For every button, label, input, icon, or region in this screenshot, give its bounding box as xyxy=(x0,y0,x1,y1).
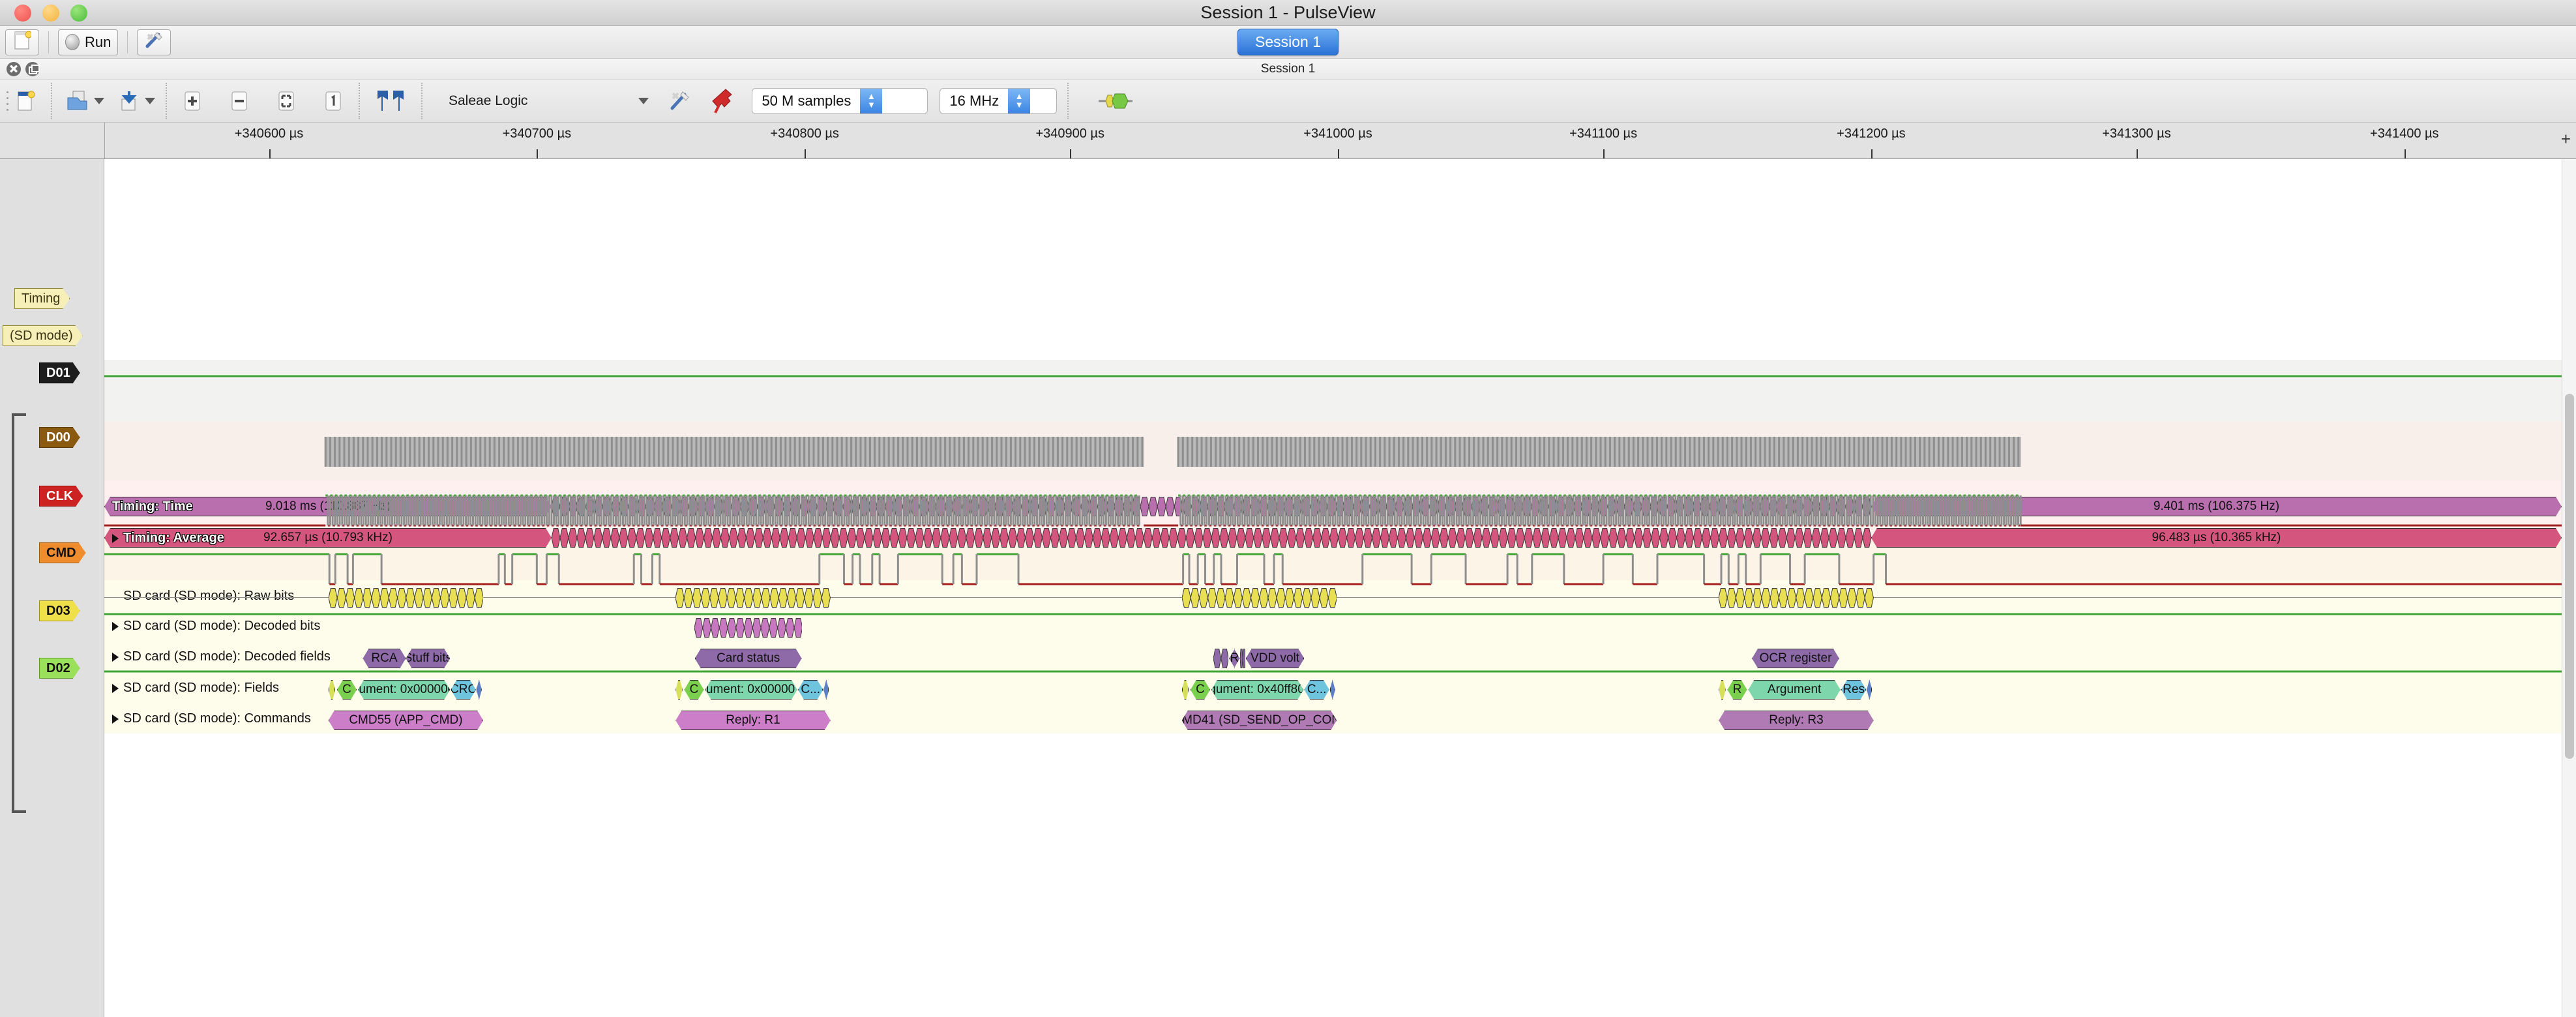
main-toolbar: Saleae Logic 50 M samples ▲ ▼ 16 MHz ▲ ▼ xyxy=(0,80,2576,123)
ruler-tick-label: +340900 µs xyxy=(1035,126,1104,141)
ruler-tick-mark xyxy=(2404,149,2406,158)
toolbar-dotted-separator-4 xyxy=(421,82,422,119)
trace-stage: Timing (SD mode) D01 D00 CLK CMD D03 D02 9.01… xyxy=(0,159,2576,1017)
channel-chip-cmd[interactable]: CMD xyxy=(39,542,86,563)
ruler-tick-label: +341100 µs xyxy=(1569,126,1638,141)
ruler-tick-mark xyxy=(1603,149,1605,158)
zoom-fit-button[interactable] xyxy=(271,87,301,115)
save-file-dropdown-caret[interactable] xyxy=(145,97,155,104)
vertical-scrollbar[interactable] xyxy=(2562,159,2576,1017)
zoom-one-to-one-icon xyxy=(323,90,343,112)
decoder-chip-sd-mode[interactable]: (SD mode) xyxy=(3,325,83,346)
tab-session-1[interactable]: Session 1 xyxy=(1237,29,1339,55)
sample-rate-spinbox[interactable]: 16 MHz ▲ ▼ xyxy=(940,87,1058,114)
channel-chip-d00[interactable]: D00 xyxy=(39,427,80,448)
ruler-tick-label: +341300 µs xyxy=(2102,126,2171,141)
ruler-tick-mark xyxy=(1070,149,1072,158)
open-file-icon xyxy=(67,90,89,112)
channel-chip-d03[interactable]: D03 xyxy=(39,600,80,621)
time-ruler[interactable]: +340600 µs +340700 µs +340800 µs +340900 µs… xyxy=(0,123,2576,159)
toolbar-dotted-separator-1 xyxy=(51,82,52,119)
ruler-tick-label: +340700 µs xyxy=(502,126,572,141)
device-selector-label[interactable]: Saleae Logic xyxy=(449,93,527,109)
sample-count-spinbox[interactable]: 50 M samples ▲ ▼ xyxy=(752,87,928,114)
vertical-scrollbar-thumb[interactable] xyxy=(2565,394,2574,759)
add-decoder-button[interactable] xyxy=(1096,87,1135,115)
device-config-icon xyxy=(668,90,690,112)
toolbar-dotted-separator-3 xyxy=(359,82,360,119)
zoom-out-button[interactable] xyxy=(224,87,254,115)
zoom-out-icon xyxy=(229,90,249,112)
open-file-button[interactable] xyxy=(63,87,93,115)
window-title: Session 1 - PulseView xyxy=(1200,3,1376,22)
application-toolbar: Run Session 1 xyxy=(0,26,2576,59)
ruler-tick-mark xyxy=(2136,149,2138,158)
sample-rate-value[interactable]: 16 MHz xyxy=(940,89,1008,113)
ruler-tick-mark xyxy=(1871,149,1873,158)
ruler-tick-mark xyxy=(537,149,539,158)
window-title-bar: Session 1 - PulseView xyxy=(0,0,2576,26)
save-file-icon xyxy=(117,90,140,112)
trace-header-pane: Timing (SD mode) D01 D00 CLK CMD D03 D02 xyxy=(0,159,104,1017)
channel-group-bracket xyxy=(12,413,26,813)
probe-icon xyxy=(711,88,733,114)
zoom-one-to-one-button[interactable] xyxy=(318,87,348,115)
ruler-tick-mark xyxy=(805,149,807,158)
ruler-tick-mark xyxy=(269,149,271,158)
toolbar-dotted-separator-2 xyxy=(166,82,167,119)
toolbar-dotted-separator-5 xyxy=(1067,82,1069,119)
save-file-button[interactable] xyxy=(113,87,143,115)
zoom-in-button[interactable] xyxy=(177,87,207,115)
ruler-tick-label: +340600 µs xyxy=(234,126,304,141)
probe-button[interactable] xyxy=(707,87,737,115)
zoom-fit-icon xyxy=(276,90,296,112)
channel-chip-clk[interactable]: CLK xyxy=(39,486,83,507)
new-file-icon xyxy=(16,90,35,112)
trigger-markers-button[interactable] xyxy=(370,87,411,115)
session-tab-bar: Session 1 xyxy=(0,29,2576,55)
add-marker-button[interactable]: + xyxy=(2561,129,2571,149)
sample-count-value[interactable]: 50 M samples xyxy=(752,89,860,113)
trace-canvas[interactable]: 9.018 ms (110.887 Hz)9.401 ms (106.375 H… xyxy=(104,159,2562,1017)
open-file-dropdown-caret[interactable] xyxy=(94,97,104,104)
session-bar: Session 1 xyxy=(0,59,2576,80)
decoder-chip-timing-label: Timing xyxy=(22,291,61,306)
sample-count-stepper[interactable]: ▲ ▼ xyxy=(860,88,883,113)
channel-chip-d02[interactable]: D02 xyxy=(39,658,80,679)
toolbar-grip-1[interactable] xyxy=(4,88,10,114)
channel-chip-d01[interactable]: D01 xyxy=(39,362,80,383)
decoder-chip-timing[interactable]: Timing xyxy=(14,288,70,309)
new-file-button[interactable] xyxy=(10,87,40,115)
ruler-tick-label: +340800 µs xyxy=(770,126,839,141)
device-selector-caret-icon[interactable] xyxy=(638,97,649,104)
waveform-traces[interactable] xyxy=(104,159,2562,1017)
session-bar-label: Session 1 xyxy=(1260,61,1316,76)
ruler-tick-label: +341400 µs xyxy=(2370,126,2439,141)
sample-rate-stepper[interactable]: ▲ ▼ xyxy=(1008,88,1031,113)
ruler-left-divider xyxy=(104,123,105,158)
zoom-in-icon xyxy=(183,90,202,112)
device-config-button[interactable] xyxy=(664,87,694,115)
add-decoder-icon xyxy=(1097,91,1134,111)
trigger-markers-icon xyxy=(372,88,409,114)
ruler-tick-mark xyxy=(1338,149,1340,158)
decoder-chip-sd-mode-label: (SD mode) xyxy=(10,328,73,343)
ruler-tick-label: +341000 µs xyxy=(1303,126,1372,141)
ruler-tick-label: +341200 µs xyxy=(1837,126,1906,141)
